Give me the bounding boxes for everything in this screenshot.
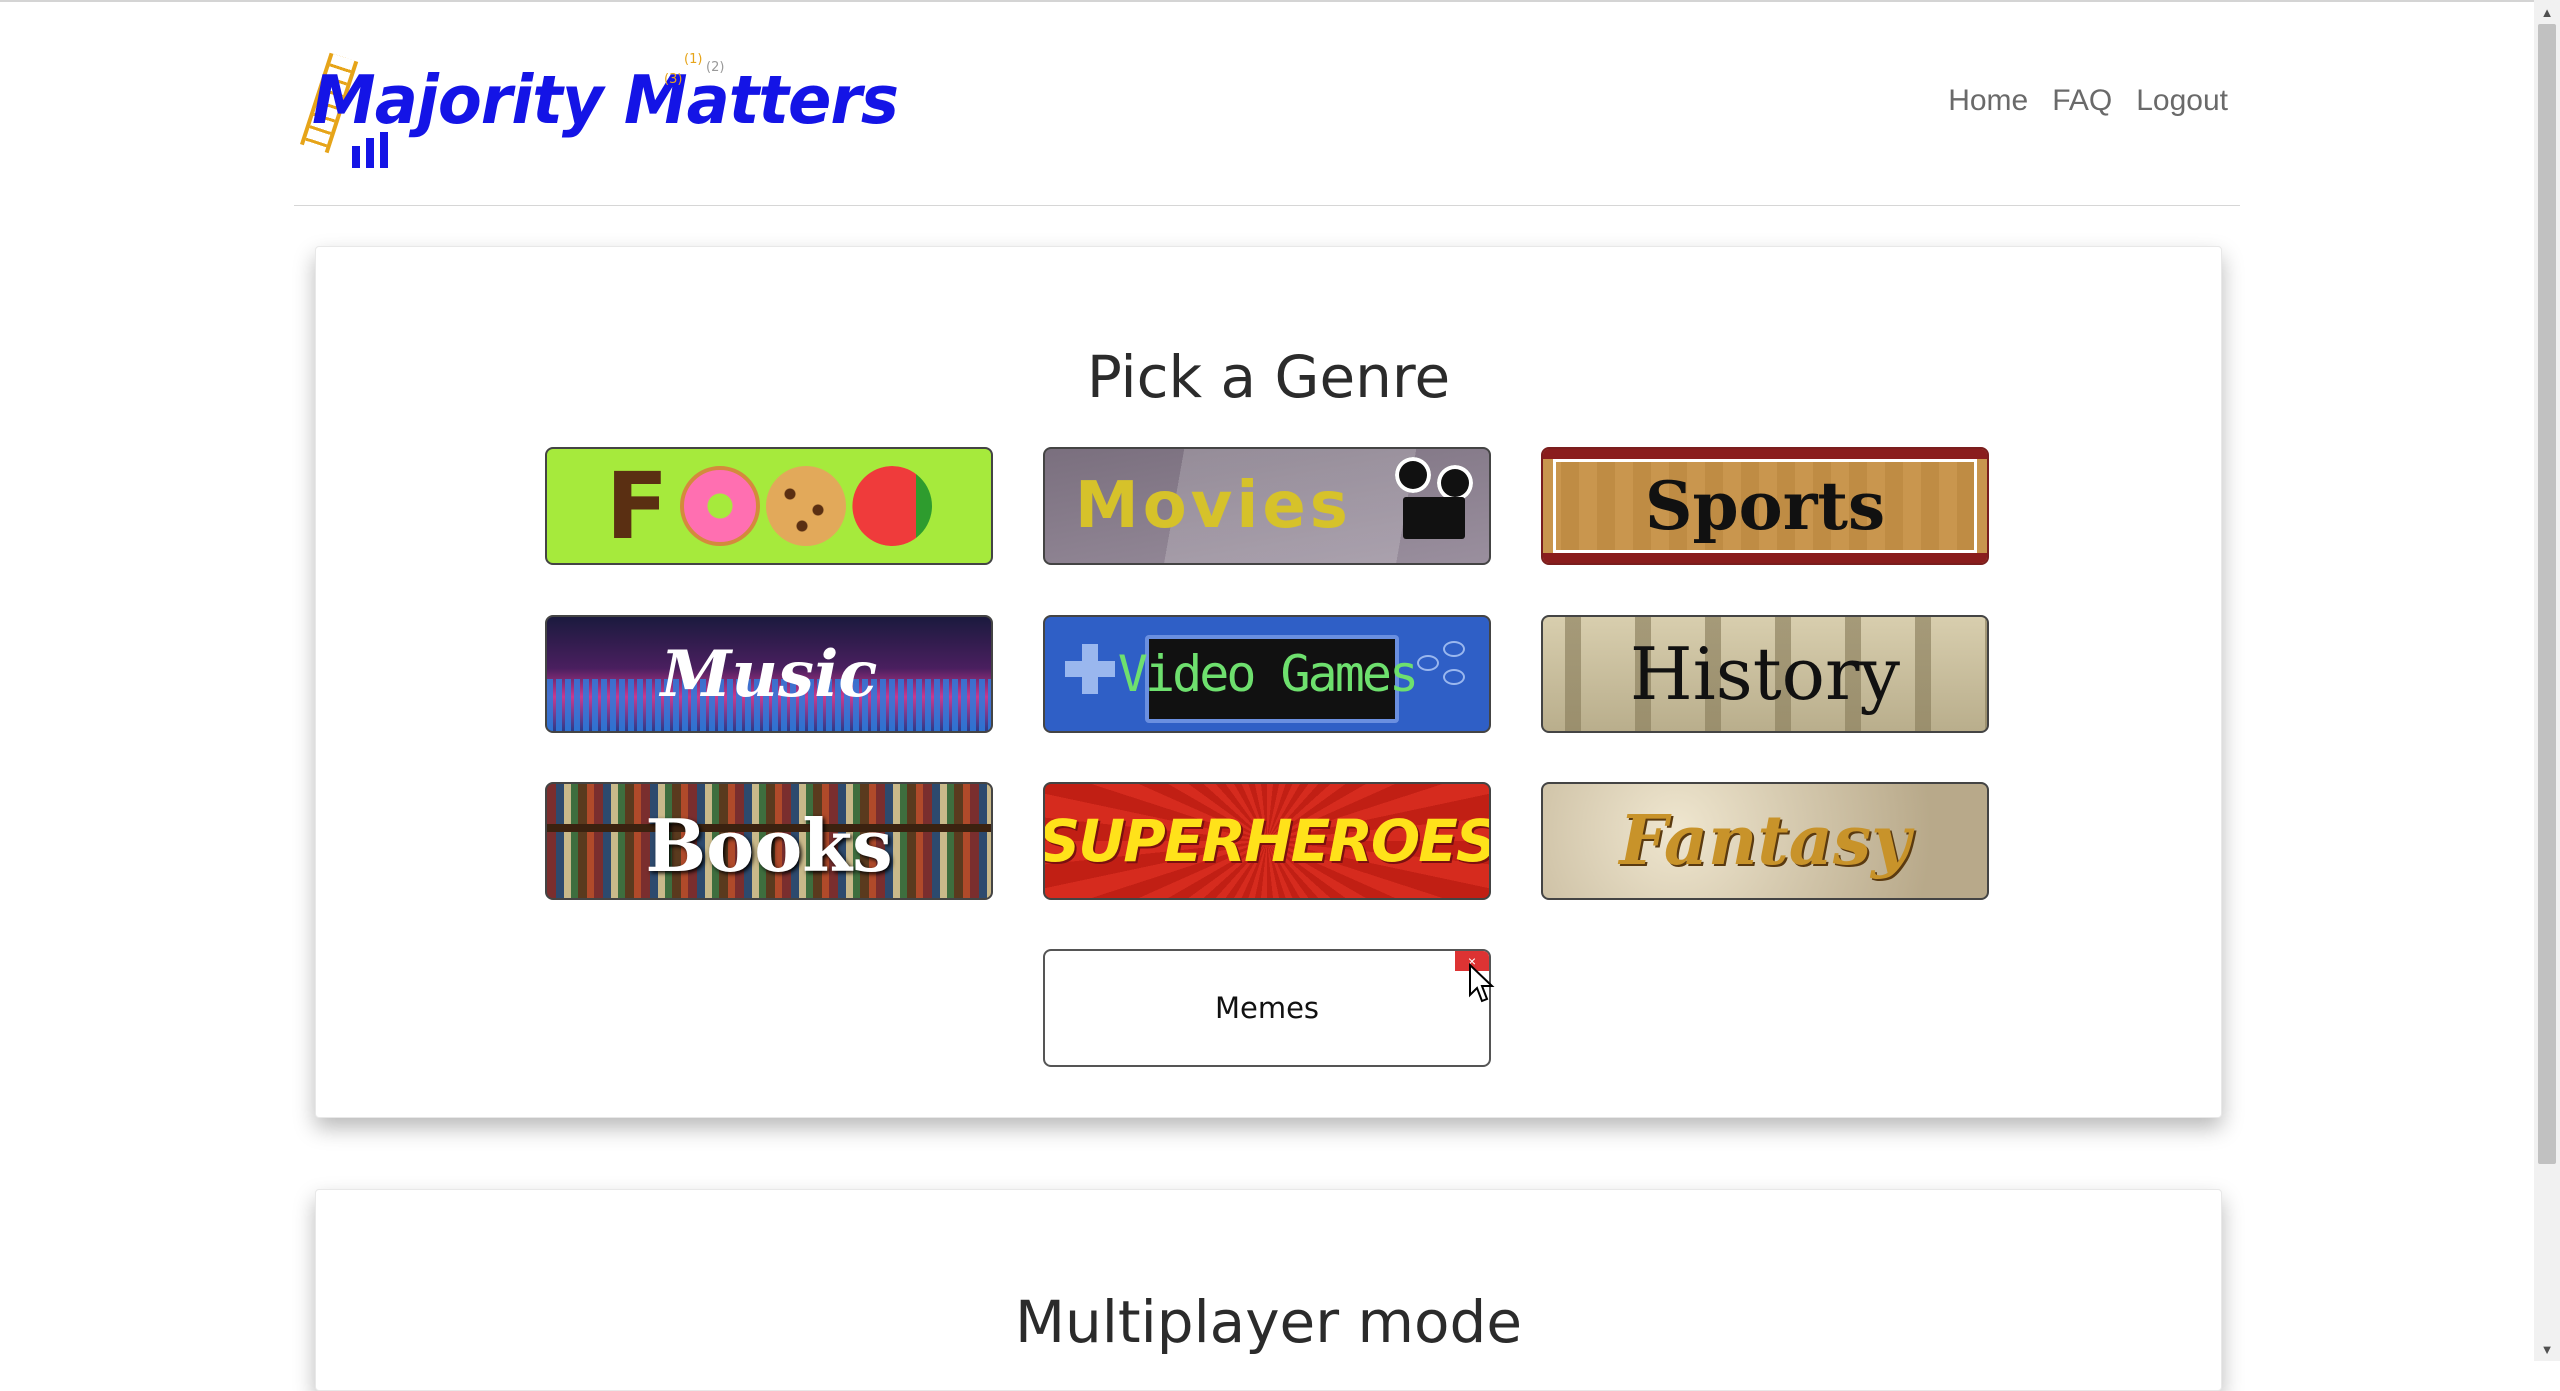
genre-movies[interactable]: Movies: [1043, 447, 1491, 565]
genre-superheroes-label: SUPERHEROES: [1043, 807, 1491, 875]
genre-music[interactable]: Music: [545, 615, 993, 733]
console-button-icon: [1417, 655, 1439, 671]
scrollbar-thumb[interactable]: [2538, 24, 2556, 1164]
console-button-icon: [1443, 641, 1465, 657]
genre-video-games-label: Video Games: [1117, 645, 1419, 703]
console-button-icon: [1443, 669, 1465, 685]
multiplayer-title: Multiplayer mode: [1014, 1288, 1523, 1356]
genre-history-label: History: [1629, 632, 1901, 716]
genre-title: Pick a Genre: [1086, 343, 1451, 411]
logo-rank-2: (2): [706, 60, 725, 75]
logo-rank-1: (1): [684, 52, 703, 67]
genre-fantasy-label: Fantasy: [1619, 801, 1911, 881]
genre-card: Pick a Genre F Movies Sports Music Video…: [315, 246, 2222, 1118]
scroll-down-arrow-icon[interactable]: ▼: [2534, 1339, 2560, 1361]
page-scrollbar[interactable]: ▲ ▼: [2534, 0, 2560, 1361]
nav-logout[interactable]: Logout: [2136, 84, 2228, 118]
scroll-up-arrow-icon[interactable]: ▲: [2534, 2, 2560, 24]
nav-home[interactable]: Home: [1948, 84, 2028, 118]
genre-history[interactable]: History: [1541, 615, 1989, 733]
genre-sports-label: Sports: [1644, 467, 1886, 545]
main-nav: Home FAQ Logout: [1948, 84, 2228, 118]
genre-food[interactable]: F: [545, 447, 993, 565]
mouse-cursor-icon: [1469, 963, 1495, 1003]
cookie-icon: [766, 466, 847, 546]
logo-rank-3: (3): [664, 72, 683, 87]
genre-music-label: Music: [660, 636, 878, 712]
genre-superheroes[interactable]: SUPERHEROES: [1043, 782, 1491, 900]
watermelon-icon: [852, 466, 933, 546]
genre-memes[interactable]: Memes ×: [1043, 949, 1491, 1067]
genre-sports[interactable]: Sports: [1541, 447, 1989, 565]
logo-text: Majority Matters: [312, 62, 899, 140]
nav-faq[interactable]: FAQ: [2052, 84, 2112, 118]
header-divider: [294, 205, 2240, 206]
genre-books-label: Books: [645, 802, 893, 888]
window-top-border: [0, 0, 2534, 2]
genre-books[interactable]: Books: [545, 782, 993, 900]
logo[interactable]: Majority Matters (3) (1) (2): [296, 44, 899, 174]
genre-fantasy[interactable]: Fantasy: [1541, 782, 1989, 900]
genre-video-games[interactable]: Video Games: [1043, 615, 1491, 733]
film-projector-icon: [1389, 455, 1479, 559]
genre-food-label: F: [547, 449, 991, 563]
genre-memes-label: Memes: [1214, 991, 1320, 1025]
donut-icon: [680, 466, 761, 546]
